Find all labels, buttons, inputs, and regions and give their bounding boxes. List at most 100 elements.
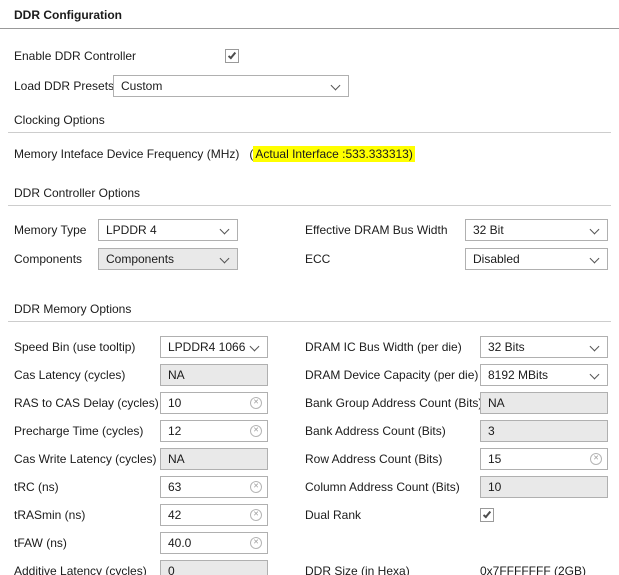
- ddr-size-label: DDR Size (in Hexa): [305, 564, 480, 575]
- dram-ic-bus-width-select[interactable]: 32 Bits: [480, 336, 608, 358]
- chevron-down-icon: [250, 342, 260, 352]
- dram-device-capacity-value: 8192 MBits: [488, 368, 548, 382]
- column-address-count-input: [481, 477, 607, 497]
- dram-ic-bus-width-value: 32 Bits: [488, 340, 525, 354]
- checkmark-icon: [483, 510, 491, 519]
- bank-group-address-count-label: Bank Group Address Count (Bits): [305, 396, 480, 410]
- section-divider: [8, 132, 611, 133]
- chevron-down-icon: [590, 254, 600, 264]
- chevron-down-icon: [331, 81, 341, 91]
- memory-type-select[interactable]: LPDDR 4: [98, 219, 238, 241]
- chevron-down-icon: [220, 225, 230, 235]
- load-presets-value: Custom: [121, 79, 162, 93]
- trc-field[interactable]: ✕: [160, 476, 268, 498]
- memory-type-label: Memory Type: [14, 223, 98, 237]
- effective-bus-width-label: Effective DRAM Bus Width: [305, 223, 465, 237]
- ddr-configuration-panel: DDR Configuration Enable DDR Controller …: [0, 0, 619, 575]
- frequency-actual-value: Actual Interface :533.333313): [253, 146, 414, 162]
- controller-section-title: DDR Controller Options: [14, 186, 619, 200]
- ecc-value: Disabled: [473, 252, 520, 266]
- cas-write-latency-input: [161, 449, 267, 469]
- checkmark-icon: [228, 51, 236, 60]
- memory-row-4: Precharge Time (cycles) ✕ Bank Address C…: [0, 420, 619, 442]
- row-address-count-field[interactable]: ✕: [480, 448, 608, 470]
- components-value: Components: [106, 252, 174, 266]
- load-presets-select[interactable]: Custom: [113, 75, 349, 97]
- speed-bin-value: LPDDR4 1066: [168, 340, 245, 354]
- cas-write-latency-label: Cas Write Latency (cycles): [14, 452, 160, 466]
- chevron-down-icon: [590, 370, 600, 380]
- ecc-label: ECC: [305, 252, 465, 266]
- effective-bus-width-select[interactable]: 32 Bit: [465, 219, 608, 241]
- additive-latency-field: [160, 560, 268, 575]
- chevron-down-icon: [590, 342, 600, 352]
- trc-label: tRC (ns): [14, 480, 160, 494]
- clear-icon[interactable]: ✕: [250, 481, 262, 493]
- dual-rank-checkbox[interactable]: [480, 508, 494, 522]
- ras-to-cas-delay-field[interactable]: ✕: [160, 392, 268, 414]
- precharge-time-field[interactable]: ✕: [160, 420, 268, 442]
- column-address-count-label: Column Address Count (Bits): [305, 480, 480, 494]
- frequency-row: Memory Inteface Device Frequency (MHz) (…: [0, 146, 619, 162]
- bank-address-count-field: [480, 420, 608, 442]
- memory-row-1: Speed Bin (use tooltip) LPDDR4 1066 DRAM…: [0, 336, 619, 358]
- clear-icon[interactable]: ✕: [250, 509, 262, 521]
- cas-latency-label: Cas Latency (cycles): [14, 368, 160, 382]
- components-select: Components: [98, 248, 238, 270]
- section-divider: [8, 321, 611, 322]
- row-address-count-input[interactable]: [481, 449, 607, 469]
- components-label: Components: [14, 252, 98, 266]
- clear-icon[interactable]: ✕: [250, 397, 262, 409]
- tfaw-label: tFAW (ns): [14, 536, 160, 550]
- dram-device-capacity-select[interactable]: 8192 MBits: [480, 364, 608, 386]
- enable-ddr-label: Enable DDR Controller: [14, 49, 225, 63]
- memory-row-5: Cas Write Latency (cycles) Row Address C…: [0, 448, 619, 470]
- memory-row-2: Cas Latency (cycles) DRAM Device Capacit…: [0, 364, 619, 386]
- row-address-count-label: Row Address Count (Bits): [305, 452, 480, 466]
- trasmin-label: tRASmin (ns): [14, 508, 160, 522]
- clear-icon[interactable]: ✕: [590, 453, 602, 465]
- memory-row-8: tFAW (ns) ✕: [0, 532, 619, 554]
- bank-group-address-count-input: [481, 393, 607, 413]
- column-address-count-field: [480, 476, 608, 498]
- bank-address-count-input: [481, 421, 607, 441]
- title-divider: [0, 28, 619, 29]
- clocking-section-title: Clocking Options: [14, 113, 619, 127]
- additive-latency-input: [161, 561, 267, 575]
- cas-latency-field: [160, 364, 268, 386]
- trasmin-field[interactable]: ✕: [160, 504, 268, 526]
- bank-address-count-label: Bank Address Count (Bits): [305, 424, 480, 438]
- ras-to-cas-delay-label: RAS to CAS Delay (cycles): [14, 396, 160, 410]
- clear-icon[interactable]: ✕: [250, 425, 262, 437]
- effective-bus-width-value: 32 Bit: [473, 223, 504, 237]
- ddr-size-value: 0x7FFFFFFF (2GB): [480, 564, 586, 575]
- load-presets-label: Load DDR Presets: [14, 79, 113, 93]
- cas-write-latency-field: [160, 448, 268, 470]
- enable-ddr-row: Enable DDR Controller: [0, 49, 619, 63]
- memory-section-title: DDR Memory Options: [14, 302, 619, 316]
- memory-type-value: LPDDR 4: [106, 223, 157, 237]
- page-title: DDR Configuration: [0, 0, 619, 28]
- speed-bin-label: Speed Bin (use tooltip): [14, 340, 160, 354]
- additive-latency-label: Additive Latency (cycles): [14, 564, 160, 575]
- clear-icon[interactable]: ✕: [250, 537, 262, 549]
- memory-row-6: tRC (ns) ✕ Column Address Count (Bits): [0, 476, 619, 498]
- dual-rank-label: Dual Rank: [305, 508, 480, 522]
- frequency-label: Memory Inteface Device Frequency (MHz): [14, 147, 239, 161]
- cas-latency-input: [161, 365, 267, 385]
- dram-device-capacity-label: DRAM Device Capacity (per die): [305, 368, 480, 382]
- memory-row-7: tRASmin (ns) ✕ Dual Rank: [0, 504, 619, 526]
- section-divider: [8, 205, 611, 206]
- controller-row-1: Memory Type LPDDR 4 Effective DRAM Bus W…: [0, 219, 619, 241]
- dram-ic-bus-width-label: DRAM IC Bus Width (per die): [305, 340, 480, 354]
- bank-group-address-count-field: [480, 392, 608, 414]
- enable-ddr-checkbox[interactable]: [225, 49, 239, 63]
- memory-row-3: RAS to CAS Delay (cycles) ✕ Bank Group A…: [0, 392, 619, 414]
- load-presets-row: Load DDR Presets Custom: [0, 75, 619, 97]
- chevron-down-icon: [220, 254, 230, 264]
- ecc-select[interactable]: Disabled: [465, 248, 608, 270]
- tfaw-field[interactable]: ✕: [160, 532, 268, 554]
- speed-bin-select[interactable]: LPDDR4 1066: [160, 336, 268, 358]
- chevron-down-icon: [590, 225, 600, 235]
- precharge-time-label: Precharge Time (cycles): [14, 424, 160, 438]
